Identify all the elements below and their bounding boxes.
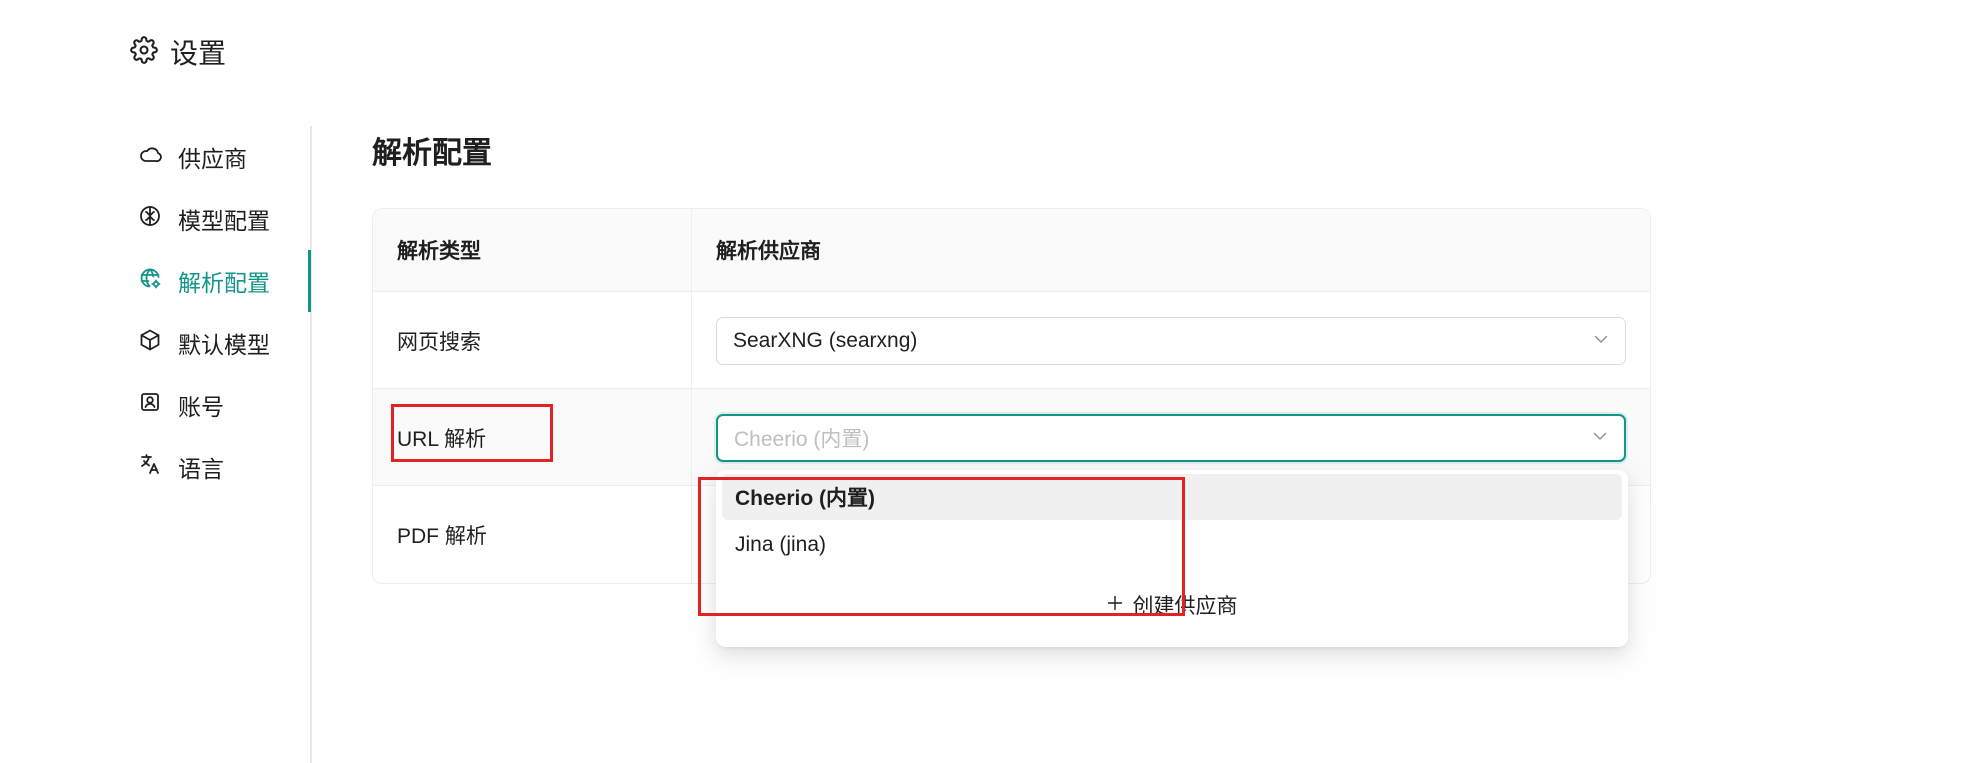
page-header-title: 设置 — [170, 38, 227, 69]
sidebar-item-label: 模型配置 — [178, 208, 270, 234]
column-header-parse-type: 解析类型 — [373, 209, 692, 291]
sidebar-item-parse-config[interactable]: 解析配置 — [130, 250, 311, 312]
table-header-row: 解析类型 解析供应商 — [373, 209, 1650, 291]
highlight-box-url-parse — [391, 404, 553, 462]
web-search-provider-select[interactable]: SearXNG (searxng) — [716, 316, 1626, 365]
globe-gear-icon — [138, 266, 162, 296]
table-row: 网页搜索 SearXNG (searxng) — [373, 291, 1650, 389]
sidebar-divider — [310, 126, 312, 763]
sidebar-item-label: 默认模型 — [178, 332, 270, 358]
sidebar-item-account[interactable]: 账号 — [130, 374, 311, 436]
chevron-down-icon — [1593, 329, 1609, 353]
sidebar-active-indicator — [308, 250, 311, 312]
translate-icon — [138, 452, 162, 482]
row-label-pdf-parse: PDF 解析 — [373, 486, 692, 583]
column-header-parse-provider: 解析供应商 — [716, 240, 821, 263]
select-placeholder: Cheerio (内置) — [734, 427, 870, 451]
sidebar: 供应商 模型配置 解析配置 默认模型 账号 语言 — [130, 126, 311, 498]
section-title: 解析配置 — [372, 137, 492, 170]
gear-icon — [130, 35, 158, 69]
row-label-web-search: 网页搜索 — [373, 292, 692, 389]
page-header: 设置 — [130, 30, 226, 74]
highlight-box-dropdown-options — [698, 477, 1185, 616]
provider-cell: SearXNG (searxng) — [692, 292, 1650, 389]
url-parse-provider-select[interactable]: Cheerio (内置) — [716, 413, 1626, 462]
select-value: SearXNG (searxng) — [733, 328, 918, 352]
sidebar-item-label: 解析配置 — [178, 270, 270, 296]
chevron-down-icon — [1592, 426, 1608, 450]
sidebar-item-label: 语言 — [178, 456, 224, 482]
sidebar-item-providers[interactable]: 供应商 — [130, 126, 311, 188]
sidebar-item-language[interactable]: 语言 — [130, 436, 311, 498]
brain-icon — [138, 204, 162, 234]
sidebar-item-label: 账号 — [178, 394, 224, 420]
sidebar-item-default-model[interactable]: 默认模型 — [130, 312, 311, 374]
cube-icon — [138, 328, 162, 358]
cloud-icon — [138, 142, 162, 172]
account-icon — [138, 390, 162, 420]
sidebar-item-model-config[interactable]: 模型配置 — [130, 188, 311, 250]
sidebar-item-label: 供应商 — [178, 146, 247, 172]
